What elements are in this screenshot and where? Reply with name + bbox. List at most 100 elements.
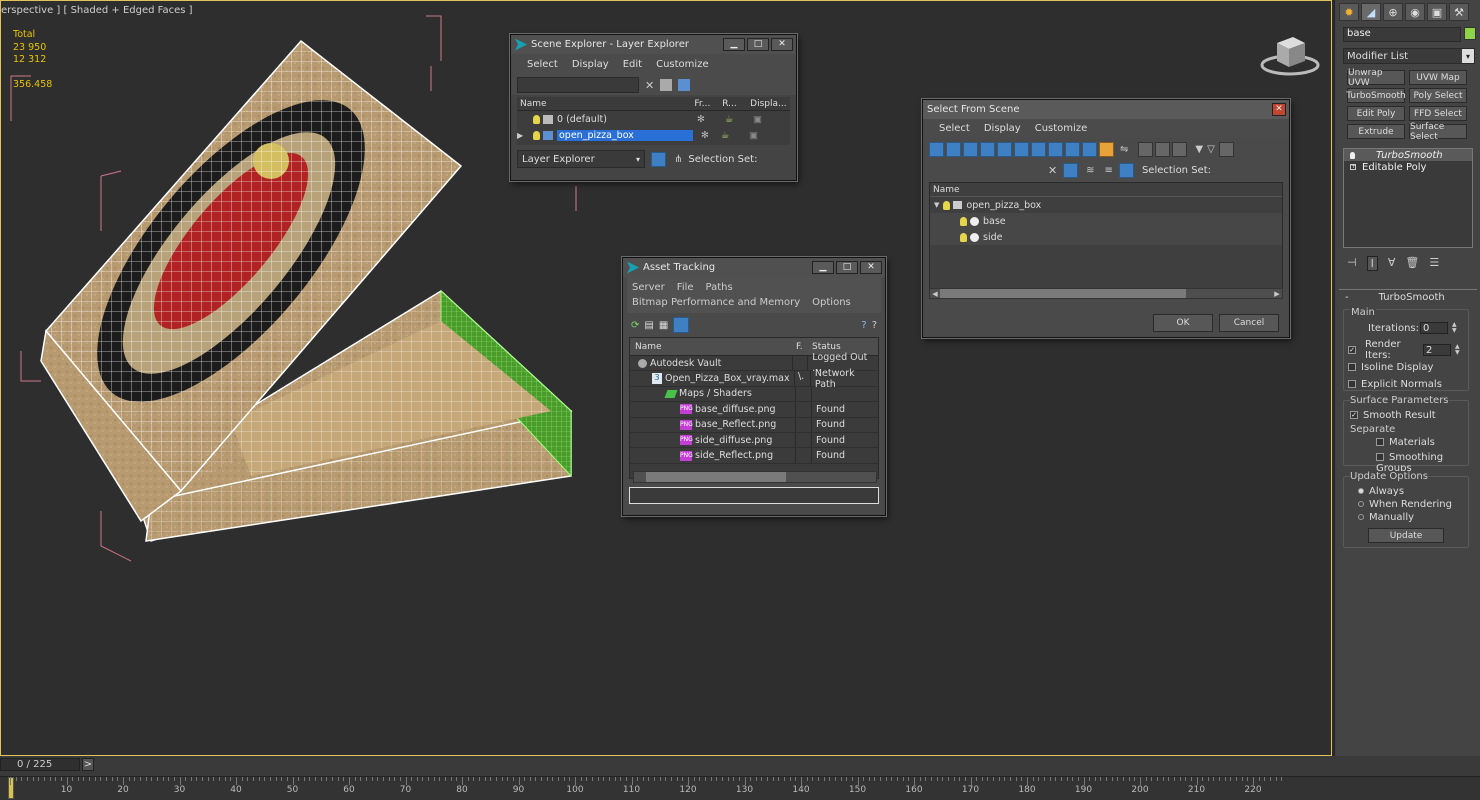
modifier-stack[interactable]: TurboSmooth + Editable Poly <box>1343 148 1473 248</box>
edit-poly-button[interactable]: Edit Poly <box>1347 106 1405 121</box>
filter-groups-icon[interactable] <box>1031 141 1046 157</box>
filter-funnel-icon[interactable]: ▼ <box>1195 144 1203 155</box>
menu-bitmap-performance[interactable]: Bitmap Performance and Memory <box>632 295 800 310</box>
show-end-result-icon[interactable]: Ⅰ <box>1366 256 1378 271</box>
when-rendering-radio[interactable] <box>1358 501 1364 507</box>
render-iters-checkbox[interactable]: ✓ <box>1348 346 1356 354</box>
menu-edit[interactable]: Edit <box>623 59 642 70</box>
configure-sets-icon[interactable]: ☰ <box>1429 256 1439 271</box>
remove-modifier-icon[interactable]: 🗑 <box>1405 256 1419 271</box>
update-button[interactable]: Update <box>1368 528 1444 543</box>
turbosmooth-button[interactable]: TurboSmooth <box>1346 88 1406 103</box>
time-slider[interactable]: 0 / 225 <box>0 758 80 771</box>
close-button[interactable]: ✕ <box>771 38 793 51</box>
stack-item-turbosmooth[interactable]: TurboSmooth <box>1344 149 1472 161</box>
ffd-select-button[interactable]: FFD Select <box>1409 106 1467 121</box>
col-status[interactable]: Status <box>812 342 876 352</box>
scene-explorer-window[interactable]: Scene Explorer - Layer Explorer ▁ □ ✕ Se… <box>510 34 797 181</box>
lightbulb-icon[interactable] <box>960 216 967 226</box>
display-all-icon[interactable] <box>1138 141 1154 157</box>
pin-stack-icon[interactable]: ⊣ <box>1347 256 1357 271</box>
create-tab-icon[interactable]: ✹ <box>1339 3 1359 21</box>
expand-arrow-icon[interactable]: ▶ <box>517 131 527 140</box>
refresh-icon[interactable]: ⟳ <box>631 320 639 331</box>
motion-tab-icon[interactable]: ◉ <box>1405 3 1425 21</box>
asset-list[interactable]: Name F. Status Autodesk Vault Logged Out … <box>629 337 879 483</box>
table-view-icon[interactable] <box>673 317 690 333</box>
maximize-button[interactable]: □ <box>747 38 769 51</box>
filter-helpers-icon[interactable] <box>997 141 1012 157</box>
asset-row[interactable]: PNG base_diffuse.png Found <box>630 402 878 418</box>
col-display[interactable]: Displa... <box>750 99 790 109</box>
display-none-icon[interactable] <box>1155 141 1171 157</box>
menu-select[interactable]: Select <box>527 59 558 70</box>
layer-row[interactable]: ▶ open_pizza_box ✻ ☕ ▣ <box>517 127 790 143</box>
surface-select-button[interactable]: Surface Select <box>1409 122 1467 142</box>
filter-containers-icon[interactable] <box>1082 141 1097 157</box>
uvw-map-button[interactable]: UVW Map <box>1409 70 1467 85</box>
display-tab-icon[interactable]: ▣ <box>1427 3 1447 21</box>
menu-display[interactable]: Display <box>984 123 1021 134</box>
col-name[interactable]: Name <box>630 342 796 352</box>
asset-hscroll[interactable] <box>633 471 877 483</box>
filter-xrefs-icon[interactable] <box>1048 141 1063 157</box>
extrude-button[interactable]: Extrude <box>1347 124 1405 139</box>
layer-row[interactable]: 0 (default) ✻ ☕ ▣ <box>517 111 790 127</box>
scroll-left-icon[interactable]: ◀ <box>930 290 940 298</box>
modify-tab-icon[interactable]: ◢ <box>1361 3 1381 21</box>
help-info-icon[interactable]: ? <box>872 320 877 331</box>
asset-path-field[interactable] <box>629 487 879 504</box>
minimize-button[interactable]: ▁ <box>812 261 834 274</box>
display-box-icon[interactable]: ▣ <box>749 130 769 141</box>
explicit-normals-checkbox[interactable] <box>1348 380 1356 388</box>
freeze-icon[interactable]: ✻ <box>693 130 721 141</box>
hierarchy-tab-icon[interactable]: ⊕ <box>1383 3 1403 21</box>
explorer-type-dropdown[interactable]: Layer Explorer ▾ <box>517 150 645 168</box>
lightbulb-icon[interactable] <box>533 114 540 124</box>
tree-row[interactable]: side <box>930 229 1282 245</box>
scene-explorer-search-input[interactable] <box>517 77 639 93</box>
lightbulb-icon[interactable] <box>960 232 967 242</box>
filter-frozen-icon[interactable] <box>1099 141 1114 157</box>
col-f[interactable]: F. <box>796 342 812 352</box>
viewcube-icon[interactable] <box>1259 29 1321 77</box>
menu-display[interactable]: Display <box>572 59 609 70</box>
isoline-checkbox[interactable] <box>1348 363 1356 371</box>
select-from-scene-titlebar[interactable]: Select From Scene ✕ <box>923 100 1289 119</box>
object-tree[interactable]: Name ▼ open_pizza_box base side ◀ ▶ <box>929 182 1283 299</box>
smoothing-groups-checkbox[interactable] <box>1376 453 1384 461</box>
tree-hscroll[interactable]: ◀ ▶ <box>929 288 1283 299</box>
rollout-collapse-icon[interactable]: - <box>1345 292 1349 303</box>
teapot-render-icon[interactable]: ☕ <box>725 114 753 125</box>
menu-server[interactable]: Server <box>632 280 665 295</box>
time-marker[interactable] <box>8 777 14 799</box>
teapot-render-icon[interactable]: ☕ <box>721 130 749 141</box>
poly-select-button[interactable]: Poly Select <box>1409 88 1467 103</box>
menu-options[interactable]: Options <box>812 295 851 310</box>
select-from-scene-window[interactable]: Select From Scene ✕ Select Display Custo… <box>922 99 1290 338</box>
display-box-icon[interactable]: ▣ <box>753 114 773 125</box>
col-name[interactable]: Name <box>930 183 1282 197</box>
modifier-list-dropdown[interactable]: Modifier List ▾ <box>1343 48 1475 64</box>
object-color-swatch[interactable] <box>1464 27 1476 40</box>
col-frozen[interactable]: Fr... <box>694 99 722 109</box>
asset-row[interactable]: 3 Open_Pizza_Box_vray.max \. Network Path <box>630 368 878 390</box>
find-case-icon[interactable] <box>1063 162 1079 178</box>
next-frame-button[interactable]: > <box>82 758 94 771</box>
filter-geometry-icon[interactable] <box>929 141 944 157</box>
tree-row[interactable]: ▼ open_pizza_box <box>930 197 1282 213</box>
asset-tracking-window[interactable]: Asset Tracking ▁ □ ✕ Server File Paths B… <box>622 257 886 516</box>
toggle-columns-icon[interactable] <box>1218 141 1234 157</box>
clear-search-icon[interactable]: ✕ <box>645 79 654 92</box>
minimize-button[interactable]: ▁ <box>723 38 745 51</box>
list-view-icon[interactable]: ▤ <box>644 320 653 331</box>
asset-row[interactable]: PNG base_Reflect.png Found <box>630 417 878 433</box>
expand-plus-icon[interactable]: + <box>1350 164 1356 170</box>
col-name[interactable]: Name <box>517 99 694 109</box>
menu-customize[interactable]: Customize <box>1035 123 1088 134</box>
lightbulb-icon[interactable] <box>533 130 540 140</box>
lightbulb-icon[interactable] <box>1350 151 1355 159</box>
ok-button[interactable]: OK <box>1153 314 1213 332</box>
filter-cameras-icon[interactable] <box>980 141 995 157</box>
help-icon[interactable]: ? <box>861 320 866 331</box>
